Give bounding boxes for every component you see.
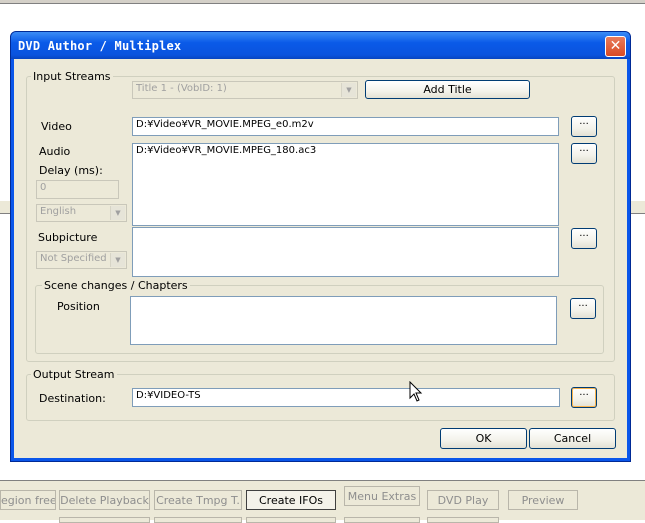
audio-browse-button[interactable]: ... — [571, 143, 597, 164]
delay-label: Delay (ms): — [39, 164, 103, 177]
subpicture-select[interactable]: Not Specified ▼ — [36, 251, 127, 269]
background-toolbar: egion free Delete Playback Create Tmpg T… — [0, 480, 645, 523]
delay-input[interactable]: 0 — [36, 180, 119, 199]
video-label: Video — [41, 120, 72, 133]
audio-language-select[interactable]: English ▼ — [36, 204, 127, 222]
background-button-row2 — [59, 517, 150, 523]
chapter-position-field[interactable] — [130, 296, 557, 345]
ok-button[interactable]: OK — [440, 428, 527, 449]
audio-language-value: English — [40, 206, 77, 217]
title-select-value: Title 1 - (VobID: 1) — [136, 83, 227, 94]
output-stream-label: Output Stream — [31, 368, 117, 381]
background-button-row2 — [427, 517, 499, 523]
audio-label: Audio — [39, 145, 71, 158]
title-select[interactable]: Title 1 - (VobID: 1) ▼ — [132, 81, 358, 99]
destination-label: Destination: — [39, 392, 106, 405]
background-button-row2 — [154, 517, 242, 523]
input-streams-label: Input Streams — [31, 70, 113, 83]
menu-extras-button[interactable]: Menu Extras — [344, 486, 420, 506]
mouse-cursor-icon — [409, 381, 423, 402]
add-title-button[interactable]: Add Title — [365, 80, 530, 99]
destination-field[interactable]: D:¥VIDEO-TS — [132, 388, 560, 407]
region-free-button[interactable]: egion free — [0, 490, 56, 510]
scene-changes-label: Scene changes / Chapters — [42, 279, 190, 292]
create-tmpg-button[interactable]: Create Tmpg T. — [154, 490, 242, 510]
dialog-title: DVD Author / Multiplex — [18, 39, 182, 53]
chevron-down-icon: ▼ — [110, 253, 125, 267]
subpicture-file-field[interactable] — [132, 227, 559, 277]
preview-button[interactable]: Preview — [508, 490, 578, 510]
background-window-edge — [0, 0, 645, 4]
background-button-row2 — [344, 517, 420, 523]
dvd-play-button[interactable]: DVD Play — [427, 490, 499, 510]
chevron-down-icon: ▼ — [341, 83, 356, 97]
close-icon: ✕ — [609, 38, 622, 54]
destination-browse-button[interactable]: ... — [571, 387, 597, 408]
delete-playback-button[interactable]: Delete Playback — [59, 490, 150, 510]
audio-file-field[interactable]: D:¥Video¥VR_MOVIE.MPEG_180.ac3 — [132, 143, 559, 226]
chapters-browse-button[interactable]: ... — [570, 298, 596, 319]
cancel-button[interactable]: Cancel — [529, 428, 616, 449]
video-browse-button[interactable]: ... — [571, 116, 597, 137]
video-file-field[interactable]: D:¥Video¥VR_MOVIE.MPEG_e0.m2v — [132, 117, 559, 136]
position-label: Position — [57, 300, 100, 313]
background-button-row2 — [246, 517, 336, 523]
chevron-down-icon: ▼ — [110, 206, 125, 220]
close-button[interactable]: ✕ — [605, 36, 626, 57]
subpicture-select-value: Not Specified — [40, 253, 107, 264]
subpicture-browse-button[interactable]: ... — [571, 228, 597, 249]
create-ifos-button[interactable]: Create IFOs — [246, 490, 336, 510]
subpicture-label: Subpicture — [38, 231, 98, 244]
